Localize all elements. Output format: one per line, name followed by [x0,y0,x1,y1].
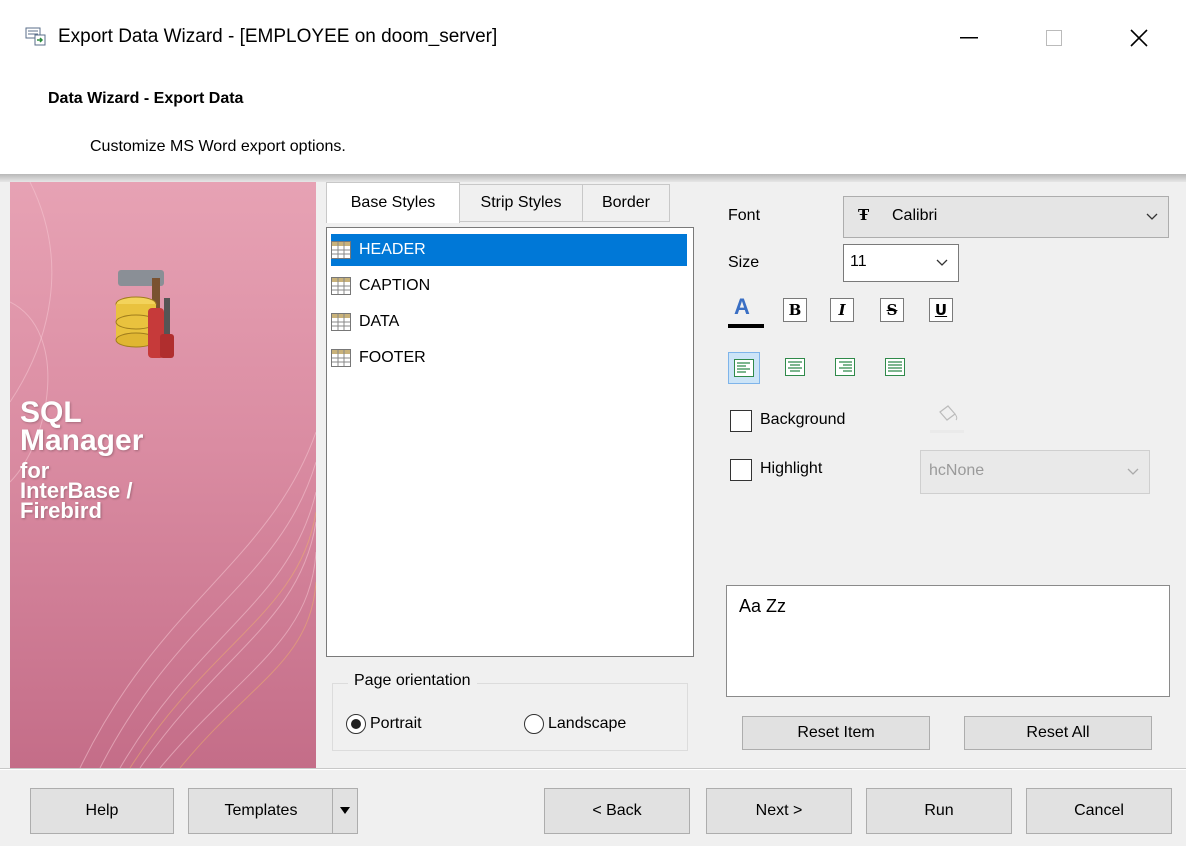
wizard-app-icon [25,26,47,46]
align-left-button[interactable] [728,352,760,384]
truetype-font-icon: Ŧ [858,206,870,224]
size-value: 11 [850,253,867,270]
database-tools-icon [115,270,174,358]
background-checkbox[interactable] [730,410,752,432]
font-combo[interactable]: Ŧ Calibri [843,196,1169,238]
header-separator [0,174,1186,182]
list-item[interactable]: DATA [331,306,399,338]
chevron-down-icon [936,251,948,276]
run-label: Run [924,802,954,819]
help-button[interactable]: Help [30,788,174,834]
reset-item-button[interactable]: Reset Item [742,716,930,750]
chevron-down-icon [1127,460,1139,485]
chevron-down-icon [1146,205,1158,230]
grid-icon [331,313,351,331]
landscape-label: Landscape [548,715,627,732]
banner-line-firebird: Firebird [20,498,102,523]
close-icon [1130,29,1148,47]
bold-button[interactable]: B [783,298,807,322]
list-item-label: HEADER [359,241,426,258]
close-button[interactable] [1111,14,1167,62]
landscape-radio-button[interactable] [524,714,544,734]
background-label: Background [760,411,846,428]
grid-icon [331,241,351,259]
export-wizard-window: Export Data Wizard - [EMPLOYEE on doom_s… [0,0,1186,846]
list-item-label: FOOTER [359,349,426,366]
align-justify-button[interactable] [880,352,910,382]
tab-strip-styles[interactable]: Strip Styles [458,184,584,222]
style-items-list[interactable]: HEADER CAPTION DATA FOOTER [326,227,694,657]
cancel-button[interactable]: Cancel [1026,788,1172,834]
highlight-checkbox[interactable] [730,459,752,481]
font-color-button[interactable]: A [726,294,766,334]
next-label: Next > [755,802,803,819]
caret-down-icon [340,807,350,814]
templates-dropdown-button[interactable] [332,788,358,834]
tab-border[interactable]: Border [582,184,670,222]
page-orientation-legend: Page orientation [348,672,477,690]
cancel-label: Cancel [1074,802,1124,819]
banner-line-manager: Manager [20,424,144,457]
paint-bucket-icon [930,405,964,433]
templates-label: Templates [224,802,298,819]
size-combo[interactable]: 11 [843,244,959,282]
portrait-label: Portrait [370,715,422,732]
list-item[interactable]: CAPTION [331,270,430,302]
background-color-button[interactable] [928,402,966,436]
strikeout-button[interactable]: S [880,298,904,322]
list-item-label: DATA [359,313,400,330]
highlight-value: hcNone [929,462,985,479]
landscape-radio[interactable]: Landscape [524,714,626,734]
window-title: Export Data Wizard - [EMPLOYEE on doom_s… [58,26,498,47]
run-button[interactable]: Run [866,788,1012,834]
templates-button[interactable]: Templates [188,788,334,834]
maximize-button[interactable] [1026,14,1082,62]
back-button[interactable]: < Back [544,788,690,834]
size-label: Size [728,254,760,271]
highlight-combo[interactable]: hcNone [920,450,1150,494]
wizard-step-title: Data Wizard - Export Data [48,90,244,107]
font-label: Font [728,207,761,224]
align-left-icon [734,359,754,377]
font-value: Calibri [892,207,938,224]
portrait-radio-button[interactable] [346,714,366,734]
underline-button[interactable]: U [929,298,953,322]
preview-text: Aa Zz [739,596,787,616]
align-center-button[interactable] [780,352,810,382]
align-right-button[interactable] [830,352,860,382]
grid-icon [331,277,351,295]
align-center-icon [785,358,805,376]
italic-button[interactable]: I [830,298,854,322]
font-color-swatch [728,324,764,328]
style-preview: Aa Zz [726,585,1170,697]
list-item[interactable]: HEADER [331,234,687,266]
next-button[interactable]: Next > [706,788,852,834]
wizard-step-subtitle: Customize MS Word export options. [90,138,346,155]
grid-icon [331,349,351,367]
reset-all-button[interactable]: Reset All [964,716,1152,750]
align-right-icon [835,358,855,376]
footer-separator-highlight [0,769,1186,770]
tab-base-styles[interactable]: Base Styles [326,182,460,223]
minimize-button[interactable] [941,14,997,62]
portrait-radio[interactable]: Portrait [346,714,422,734]
highlight-label: Highlight [760,460,823,477]
align-justify-icon [885,358,905,376]
product-banner: SQL Manager for InterBase / Firebird [10,182,316,768]
list-item[interactable]: FOOTER [331,342,426,374]
list-item-label: CAPTION [359,277,431,294]
back-label: < Back [592,802,642,819]
font-color-icon: A [734,294,750,319]
help-label: Help [85,802,119,819]
